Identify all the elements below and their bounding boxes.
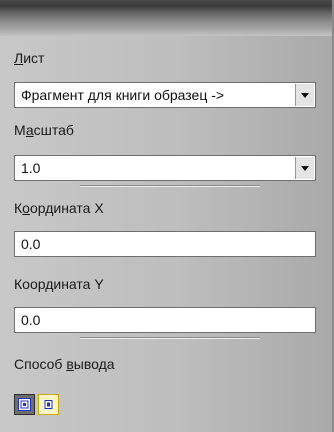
output-mode-label: Способ вывода xyxy=(14,356,115,372)
coord-y-label-pre: Коор xyxy=(14,276,46,292)
sheet-label-rest: ист xyxy=(23,50,45,66)
scale-label-pre: М xyxy=(14,122,26,138)
output-label-pre: Способ xyxy=(14,356,67,372)
coord-x-label: Координата X xyxy=(14,200,104,216)
coord-y-label: Координата Y xyxy=(14,276,104,292)
scale-select-value: 1.0 xyxy=(21,160,41,176)
sheet-dropdown-chevron-down-icon[interactable] xyxy=(295,84,314,106)
output-label-accel: в xyxy=(66,356,74,372)
properties-panel: Лист Фрагмент для книги образец -> Масшт… xyxy=(0,0,334,432)
coord-x-value: 0.0 xyxy=(21,236,41,252)
coord-x-input[interactable]: 0.0 xyxy=(14,231,316,257)
coord-y-value: 0.0 xyxy=(21,312,41,328)
output-mode-1-button[interactable] xyxy=(14,394,35,415)
scale-label-accel: а xyxy=(25,122,34,138)
coord-x-label-rest: ордината X xyxy=(29,200,104,216)
sheet-label: Лист xyxy=(14,50,44,66)
panel-top-strip xyxy=(0,0,334,36)
output-mode-2-button[interactable] xyxy=(38,394,59,415)
sheet-select[interactable]: Фрагмент для книги образец -> xyxy=(14,82,316,108)
sheet-select-value: Фрагмент для книги образец -> xyxy=(21,87,225,103)
scale-label-rest: сштаб xyxy=(33,122,74,138)
coord-x-label-accel: о xyxy=(22,200,30,216)
scale-label: Масштаб xyxy=(14,122,74,138)
output-mode-2-icon xyxy=(44,400,53,409)
sheet-label-accel: Л xyxy=(14,50,24,66)
coord-y-input[interactable]: 0.0 xyxy=(14,307,316,333)
coord-x-label-pre: К xyxy=(14,200,23,216)
output-label-rest: ывода xyxy=(73,356,115,372)
scale-dropdown-chevron-down-icon[interactable] xyxy=(295,157,314,179)
separator xyxy=(80,185,260,187)
output-mode-1-icon xyxy=(18,398,31,411)
separator xyxy=(80,337,260,339)
scale-select[interactable]: 1.0 xyxy=(14,155,316,181)
coord-y-label-rest: ината Y xyxy=(53,276,104,292)
